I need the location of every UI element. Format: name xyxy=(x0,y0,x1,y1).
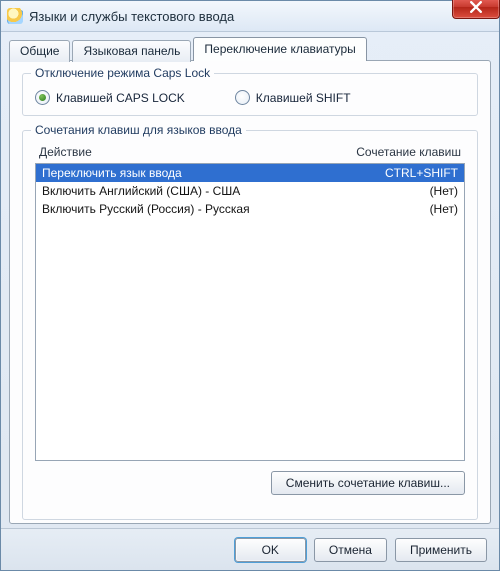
list-item[interactable]: Переключить язык ввода CTRL+SHIFT xyxy=(36,164,464,182)
tabpanel-keyboard-switch: Отключение режима Caps Lock Клавишей CAP… xyxy=(9,60,491,524)
group-hotkeys-legend: Сочетания клавиш для языков ввода xyxy=(31,123,246,137)
hotkeys-listbox[interactable]: Переключить язык ввода CTRL+SHIFT Включи… xyxy=(35,163,465,461)
dialog-footer: OK Отмена Применить xyxy=(1,528,499,570)
list-item-action: Включить Русский (Россия) - Русская xyxy=(42,201,348,217)
list-item-combo: (Нет) xyxy=(348,201,458,217)
apply-button[interactable]: Применить xyxy=(395,538,487,562)
list-item-combo: (Нет) xyxy=(348,183,458,199)
radio-capslock-key-label: Клавишей CAPS LOCK xyxy=(56,91,185,105)
group-hotkeys: Сочетания клавиш для языков ввода Действ… xyxy=(22,130,478,520)
tab-language-bar[interactable]: Языковая панель xyxy=(72,40,191,62)
list-item-action: Переключить язык ввода xyxy=(42,165,348,181)
column-header-combo: Сочетание клавиш xyxy=(331,145,461,159)
radio-dot-icon xyxy=(35,90,50,105)
close-icon xyxy=(470,1,482,13)
radio-shift-key[interactable]: Клавишей SHIFT xyxy=(235,90,351,105)
app-icon xyxy=(7,8,23,24)
list-item-action: Включить Английский (США) - США xyxy=(42,183,348,199)
hotkeys-list-header: Действие Сочетание клавиш xyxy=(35,145,465,163)
list-item[interactable]: Включить Русский (Россия) - Русская (Нет… xyxy=(36,200,464,218)
tabstrip: Общие Языковая панель Переключение клави… xyxy=(9,37,491,61)
radio-shift-key-label: Клавишей SHIFT xyxy=(256,91,351,105)
client-area: Общие Языковая панель Переключение клави… xyxy=(9,37,491,524)
ok-button[interactable]: OK xyxy=(235,538,306,562)
titlebar: Языки и службы текстового ввода xyxy=(1,1,499,32)
change-hotkey-button[interactable]: Сменить сочетание клавиш... xyxy=(271,471,465,495)
list-item[interactable]: Включить Английский (США) - США (Нет) xyxy=(36,182,464,200)
radio-capslock-key[interactable]: Клавишей CAPS LOCK xyxy=(35,90,185,105)
cancel-button[interactable]: Отмена xyxy=(314,538,387,562)
radio-dot-icon xyxy=(235,90,250,105)
change-button-row: Сменить сочетание клавиш... xyxy=(35,471,465,495)
close-button[interactable] xyxy=(452,0,500,19)
group-capslock: Отключение режима Caps Lock Клавишей CAP… xyxy=(22,73,478,116)
group-capslock-legend: Отключение режима Caps Lock xyxy=(31,66,214,80)
tab-general[interactable]: Общие xyxy=(9,40,70,62)
tab-keyboard-switch[interactable]: Переключение клавиатуры xyxy=(193,37,366,61)
capslock-radio-row: Клавишей CAPS LOCK Клавишей SHIFT xyxy=(35,90,465,105)
window-title: Языки и службы текстового ввода xyxy=(29,9,234,24)
dialog-window: Языки и службы текстового ввода Общие Яз… xyxy=(0,0,500,571)
list-item-combo: CTRL+SHIFT xyxy=(348,165,458,181)
column-header-action: Действие xyxy=(39,145,331,159)
